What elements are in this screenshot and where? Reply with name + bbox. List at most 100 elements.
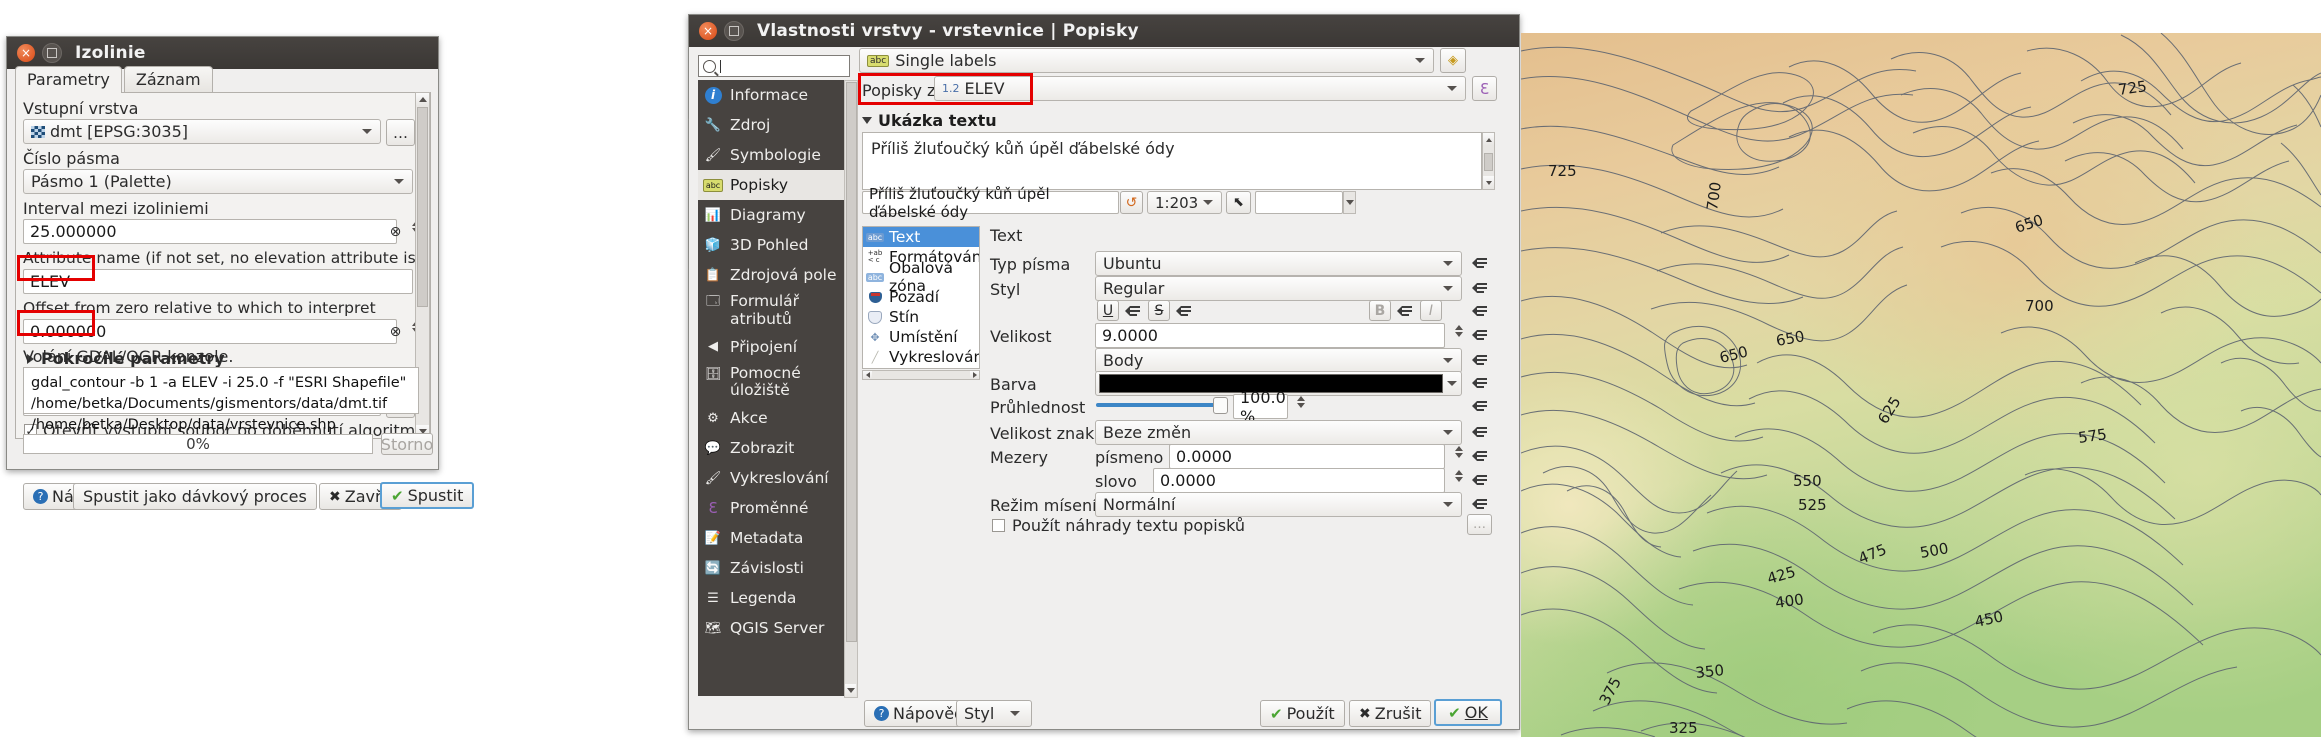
blend-mode-combo[interactable]: Normální <box>1095 492 1462 517</box>
sample-text-input[interactable]: Příliš žluťoučký kůň úpěl ďábelské ódy <box>862 185 1119 221</box>
tab-zaznam[interactable]: Záznam <box>123 66 213 93</box>
bold-data-defined-button[interactable] <box>1394 300 1416 322</box>
letter-spacing-stepper[interactable] <box>1455 446 1463 458</box>
sidebar-item-promenne[interactable]: Ɛ Proměnné <box>698 493 844 523</box>
label-mode-combo[interactable]: abc Single labels <box>859 48 1434 73</box>
interval-input[interactable]: 25.000000 <box>23 219 397 244</box>
tree-item-text[interactable]: abc Text <box>863 227 979 247</box>
size-unit-combo[interactable]: Body <box>1095 348 1462 373</box>
batch-process-button[interactable]: Spustit jako dávkový proces <box>73 483 317 510</box>
font-combo[interactable]: Ubuntu <box>1095 251 1462 276</box>
interval-data-defined-icon[interactable]: ⊗ <box>387 219 404 244</box>
sample-text-section-header[interactable]: Ukázka textu <box>862 111 997 130</box>
tree-item-umisteni[interactable]: ✥ Umístění <box>863 327 979 347</box>
blend-mode-data-defined-button[interactable] <box>1469 493 1491 515</box>
maximize-icon[interactable] <box>724 21 744 41</box>
opacity-stepper[interactable] <box>1297 396 1305 408</box>
run-button[interactable]: ✔ Spustit <box>380 482 475 509</box>
letter-spacing-input[interactable]: 0.0000 <box>1169 444 1445 469</box>
letter-spacing-data-defined-button[interactable] <box>1469 445 1491 467</box>
italic-data-defined-button[interactable] <box>1469 300 1491 322</box>
band-combo[interactable]: Pásmo 1 (Palette) <box>23 169 413 194</box>
offset-data-defined-icon[interactable]: ⊗ <box>387 319 404 344</box>
expression-editor-button[interactable]: Ɛ <box>1472 76 1497 101</box>
scroll-up-icon[interactable] <box>416 93 429 106</box>
size-data-defined-button[interactable] <box>1469 324 1491 346</box>
set-from-canvas-button[interactable]: ⬉ <box>1226 191 1251 214</box>
apply-button[interactable]: ✔ Použít <box>1260 700 1345 727</box>
close-icon[interactable]: × <box>699 22 717 40</box>
sidebar-item-diagramy[interactable]: 📊 Diagramy <box>698 200 844 230</box>
sidebar-item-qgis-server[interactable]: 🗺 QGIS Server <box>698 613 844 643</box>
size-stepper[interactable] <box>1455 325 1463 337</box>
properties-cancel-button[interactable]: ✖ Zrušit <box>1349 700 1432 727</box>
labels-with-combo[interactable]: 1.2 ELEV <box>934 76 1466 101</box>
word-spacing-stepper[interactable] <box>1455 470 1463 482</box>
console-output[interactable]: gdal_contour -b 1 -a ELEV -i 25.0 -f "ES… <box>23 367 419 433</box>
substitutions-checkbox[interactable]: Použít náhrady textu popisků <box>992 516 1245 535</box>
scrollbar-thumb[interactable] <box>846 82 857 642</box>
sidebar-item-vykreslovani[interactable]: 🖌 Vykreslování <box>698 463 844 493</box>
sidebar-item-3d-pohled[interactable]: 🧊 3D Pohled <box>698 230 844 260</box>
reset-sample-button[interactable]: ↺ <box>1120 191 1143 214</box>
maximize-icon[interactable] <box>42 43 62 63</box>
tree-item-obalova-zona[interactable]: abc Obalová zóna <box>863 259 979 295</box>
scrollbar-thumb[interactable] <box>1484 153 1493 171</box>
sidebar-item-legenda[interactable]: ☰ Legenda <box>698 583 844 613</box>
scrollbar-thumb[interactable] <box>417 107 428 307</box>
scroll-down-icon[interactable] <box>845 684 856 697</box>
sidebar-item-zobrazit[interactable]: 💬 Zobrazit <box>698 433 844 463</box>
tree-item-stin[interactable]: Stín <box>863 307 979 327</box>
slider-knob[interactable] <box>1213 396 1228 414</box>
sample-text-preview[interactable]: Příliš žluťoučký kůň úpěl ďábelské ódy <box>862 132 1482 190</box>
properties-sidebar[interactable]: i Informace 🔧 Zdroj 🖌 Symbologie abc Pop… <box>698 80 844 696</box>
preview-bg-dropdown[interactable] <box>1343 191 1356 214</box>
attribute-name-input[interactable]: ELEV <box>23 269 413 294</box>
underline-data-defined-button[interactable] <box>1122 300 1144 322</box>
text-properties-tree[interactable]: abc Text +ab < c Formátování abc Obalová … <box>862 226 980 369</box>
sidebar-item-metadata[interactable]: 📝 Metadata <box>698 523 844 553</box>
underline-button[interactable]: U <box>1097 300 1119 321</box>
font-data-defined-button[interactable] <box>1469 252 1491 274</box>
style-data-defined-button[interactable] <box>1469 277 1491 299</box>
sidebar-item-pomocne-uloziste[interactable]: 🗄 Pomocné úložiště <box>698 362 844 404</box>
preview-scrollbar[interactable] <box>1482 132 1495 190</box>
sidebar-item-zdroj[interactable]: 🔧 Zdroj <box>698 110 844 140</box>
tree-item-vykreslovani[interactable]: ╱ Vykreslování <box>863 347 979 367</box>
size-input[interactable]: 9.0000 <box>1095 323 1445 348</box>
scroll-left-icon[interactable] <box>863 371 872 379</box>
tree-horizontal-scrollbar[interactable] <box>862 370 980 380</box>
strikethrough-button[interactable]: S <box>1148 300 1170 321</box>
word-spacing-data-defined-button[interactable] <box>1469 469 1491 491</box>
sidebar-item-informace[interactable]: i Informace <box>698 80 844 110</box>
input-layer-browse-button[interactable]: … <box>386 119 415 146</box>
scroll-up-icon[interactable] <box>1483 133 1494 146</box>
sidebar-scrollbar[interactable] <box>844 80 858 698</box>
search-input[interactable] <box>698 55 850 77</box>
sidebar-item-zavislosti[interactable]: 🔄 Závislosti <box>698 553 844 583</box>
sidebar-item-zdrojova-pole[interactable]: 📋 Zdrojová pole <box>698 260 844 290</box>
preview-background-color-input[interactable] <box>1255 191 1343 214</box>
opacity-slider[interactable] <box>1096 395 1228 415</box>
opacity-data-defined-button[interactable] <box>1469 395 1491 417</box>
style-menu-button[interactable]: Styl <box>956 700 1032 727</box>
sidebar-item-symbologie[interactable]: 🖌 Symbologie <box>698 140 844 170</box>
labeling-settings-button[interactable]: ◈ <box>1440 48 1466 73</box>
capitalization-data-defined-button[interactable] <box>1469 421 1491 443</box>
sidebar-item-akce[interactable]: ⚙ Akce <box>698 403 844 433</box>
scroll-down-icon[interactable] <box>1483 176 1494 189</box>
sidebar-item-popisky[interactable]: abc Popisky <box>698 170 844 200</box>
opacity-input[interactable]: 100.0 % <box>1233 388 1288 426</box>
tab-parametry[interactable]: Parametry <box>15 66 122 93</box>
input-layer-combo[interactable]: dmt [EPSG:3035] <box>23 119 381 144</box>
scroll-right-icon[interactable] <box>970 371 979 379</box>
sidebar-item-formular-atributu[interactable]: 🗔 Formulář atributů <box>698 290 844 332</box>
close-icon[interactable]: × <box>17 44 35 62</box>
sidebar-item-pripojeni[interactable]: ◀ Připojení <box>698 332 844 362</box>
offset-input[interactable]: 0.000000 <box>23 319 397 344</box>
style-combo[interactable]: Regular <box>1095 276 1462 301</box>
scale-combo[interactable]: 1:20336 <box>1147 191 1222 214</box>
map-canvas[interactable]: 725 725 700 650 700 650 650 625 575 550 … <box>1521 33 2321 737</box>
size-unit-data-defined-button[interactable] <box>1469 349 1491 371</box>
word-spacing-input[interactable]: 0.0000 <box>1153 468 1445 493</box>
